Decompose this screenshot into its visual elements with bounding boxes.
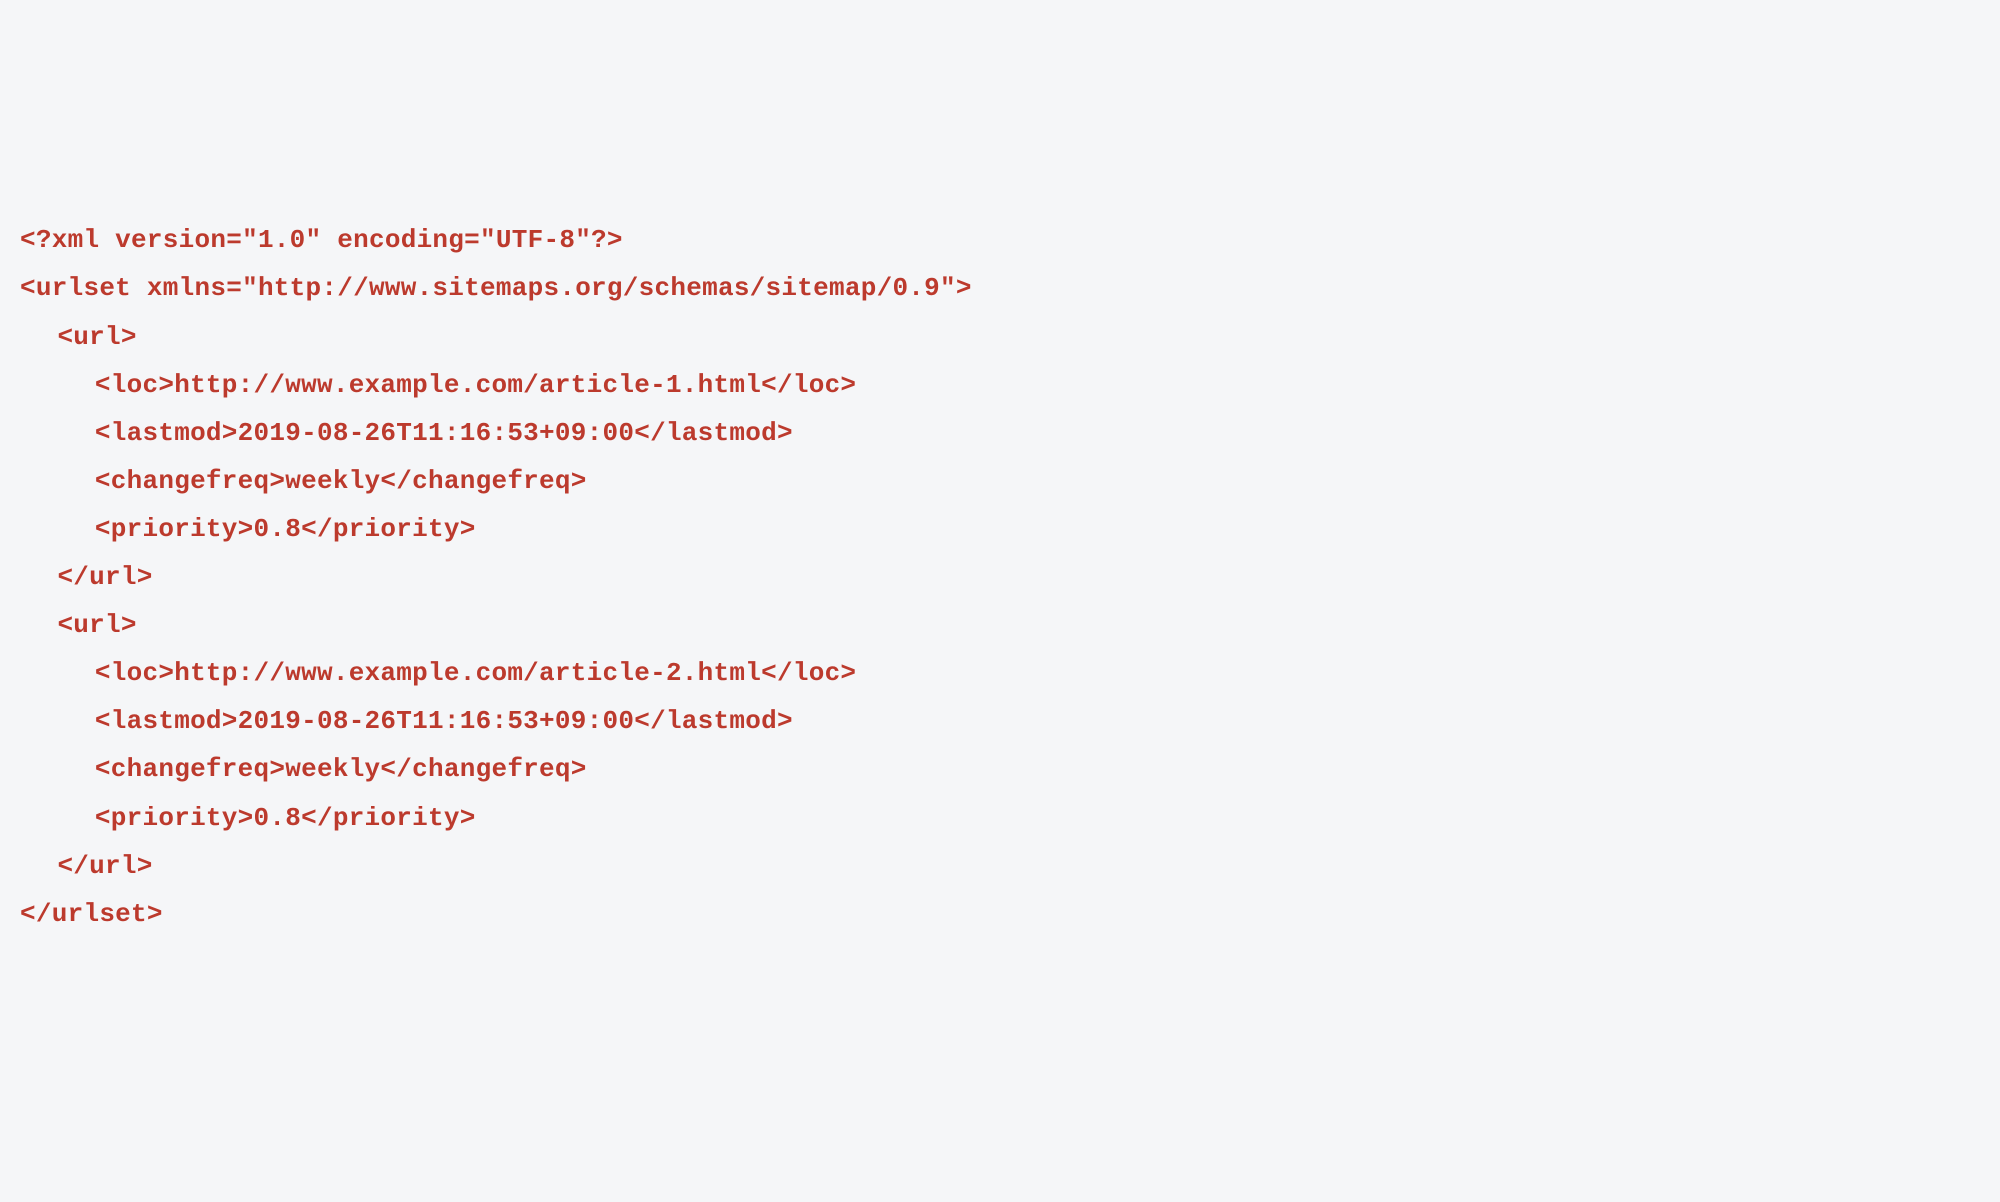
- code-line: <changefreq>weekly</changefreq>: [20, 745, 1980, 793]
- code-line: <url>: [20, 601, 1980, 649]
- code-line: <changefreq>weekly</changefreq>: [20, 457, 1980, 505]
- code-line: <priority>0.8</priority>: [20, 794, 1980, 842]
- code-line: <?xml version="1.0" encoding="UTF-8"?>: [20, 216, 1980, 264]
- code-line: <lastmod>2019-08-26T11:16:53+09:00</last…: [20, 409, 1980, 457]
- code-block: <?xml version="1.0" encoding="UTF-8"?><u…: [20, 216, 1980, 937]
- code-line: <url>: [20, 313, 1980, 361]
- code-line: <lastmod>2019-08-26T11:16:53+09:00</last…: [20, 697, 1980, 745]
- code-line: </url>: [20, 553, 1980, 601]
- code-line: <loc>http://www.example.com/article-1.ht…: [20, 361, 1980, 409]
- code-line: </urlset>: [20, 890, 1980, 938]
- code-line: <loc>http://www.example.com/article-2.ht…: [20, 649, 1980, 697]
- code-line: </url>: [20, 842, 1980, 890]
- code-line: <priority>0.8</priority>: [20, 505, 1980, 553]
- code-line: <urlset xmlns="http://www.sitemaps.org/s…: [20, 264, 1980, 312]
